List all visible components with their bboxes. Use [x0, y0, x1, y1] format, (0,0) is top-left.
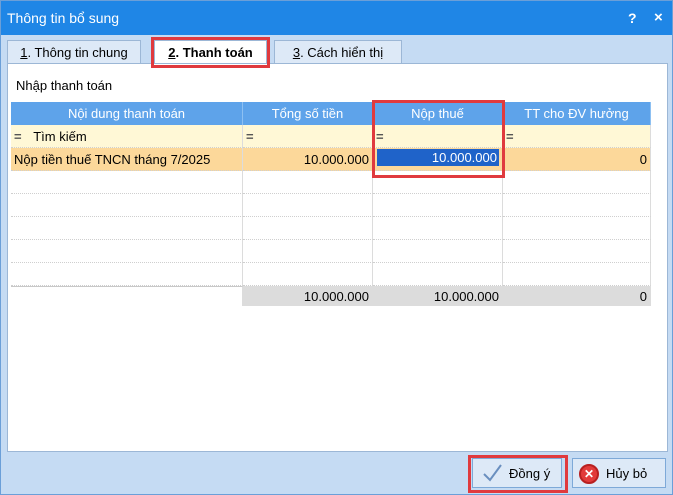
close-button[interactable]: ×	[654, 9, 663, 26]
row-total[interactable]: 10.000.000	[243, 148, 373, 171]
cancel-button-label: Hủy bỏ	[606, 466, 648, 481]
cancel-button[interactable]: ✕ Hủy bỏ	[572, 458, 666, 488]
cancel-icon: ✕	[579, 464, 599, 484]
empty-row[interactable]	[11, 217, 651, 240]
empty-cell[interactable]	[11, 217, 243, 240]
empty-cell[interactable]	[373, 263, 503, 286]
filter-total[interactable]: =	[243, 125, 373, 148]
equals-operator-icon[interactable]: =	[246, 129, 254, 144]
empty-cell[interactable]	[503, 263, 651, 286]
section-label: Nhập thanh toán	[16, 78, 113, 93]
empty-cell[interactable]	[503, 240, 651, 263]
header-content[interactable]: Nội dung thanh toán	[11, 102, 243, 125]
empty-cell[interactable]	[503, 194, 651, 217]
tab-general-info-label: . Thông tin chung	[27, 45, 128, 60]
empty-cell[interactable]	[373, 217, 503, 240]
empty-row[interactable]	[11, 194, 651, 217]
footer-total: 10.000.000	[243, 286, 373, 306]
title-bar[interactable]: Thông tin bổ sung ? ×	[1, 1, 672, 35]
header-beneficiary[interactable]: TT cho ĐV hưởng	[503, 102, 651, 125]
row-content[interactable]: Nộp tiền thuế TNCN tháng 7/2025	[11, 148, 243, 171]
empty-cell[interactable]	[373, 194, 503, 217]
empty-cell[interactable]	[373, 240, 503, 263]
empty-cell[interactable]	[503, 217, 651, 240]
empty-cell[interactable]	[11, 240, 243, 263]
grid-header-row: Nội dung thanh toán Tổng số tiền Nộp thu…	[11, 102, 651, 125]
empty-cell[interactable]	[11, 171, 243, 194]
tab-display[interactable]: 3. Cách hiển thị	[274, 40, 402, 64]
footer-blank	[11, 286, 243, 306]
tab-display-number: 3	[292, 45, 301, 60]
row-beneficiary[interactable]: 0	[503, 148, 651, 171]
empty-cell[interactable]	[11, 194, 243, 217]
empty-cell[interactable]	[243, 171, 373, 194]
help-button[interactable]: ?	[628, 10, 637, 26]
empty-row[interactable]	[11, 240, 651, 263]
empty-cell[interactable]	[503, 171, 651, 194]
equals-operator-icon[interactable]: =	[14, 129, 22, 144]
empty-row[interactable]	[11, 263, 651, 286]
filter-content[interactable]: = Tìm kiếm	[11, 125, 243, 148]
empty-cell[interactable]	[243, 194, 373, 217]
equals-operator-icon[interactable]: =	[506, 129, 514, 144]
empty-cell[interactable]	[243, 240, 373, 263]
tab-display-label: . Cách hiển thị	[300, 45, 384, 60]
tab-general-info-number: 1	[20, 45, 28, 60]
table-row[interactable]: Nộp tiền thuế TNCN tháng 7/2025 10.000.0…	[11, 148, 651, 171]
tab-highlight-box	[151, 37, 270, 68]
footer-totals-row: 10.000.000 10.000.000 0	[11, 286, 651, 306]
filter-row: = Tìm kiếm = = =	[11, 125, 651, 148]
empty-cell[interactable]	[11, 263, 243, 286]
tax-column-highlight-box	[372, 100, 505, 178]
ok-button-highlight-box	[468, 455, 568, 493]
window-title: Thông tin bổ sung	[7, 10, 120, 26]
empty-cell[interactable]	[243, 263, 373, 286]
tab-general-info[interactable]: 1. Thông tin chung	[7, 40, 141, 64]
search-placeholder: Tìm kiếm	[33, 129, 87, 144]
filter-beneficiary[interactable]: =	[503, 125, 651, 148]
footer-beneficiary: 0	[503, 286, 651, 306]
dialog-window: Thông tin bổ sung ? × 1. Thông tin chung…	[0, 0, 673, 495]
empty-cell[interactable]	[243, 217, 373, 240]
tab-strip: 1. Thông tin chung 2. Thanh toán 3. Cách…	[7, 40, 668, 65]
header-total[interactable]: Tổng số tiền	[243, 102, 373, 125]
empty-row[interactable]	[11, 171, 651, 194]
footer-tax: 10.000.000	[373, 286, 503, 306]
payment-panel: Nhập thanh toán Nội dung thanh toán Tổng…	[7, 63, 668, 452]
